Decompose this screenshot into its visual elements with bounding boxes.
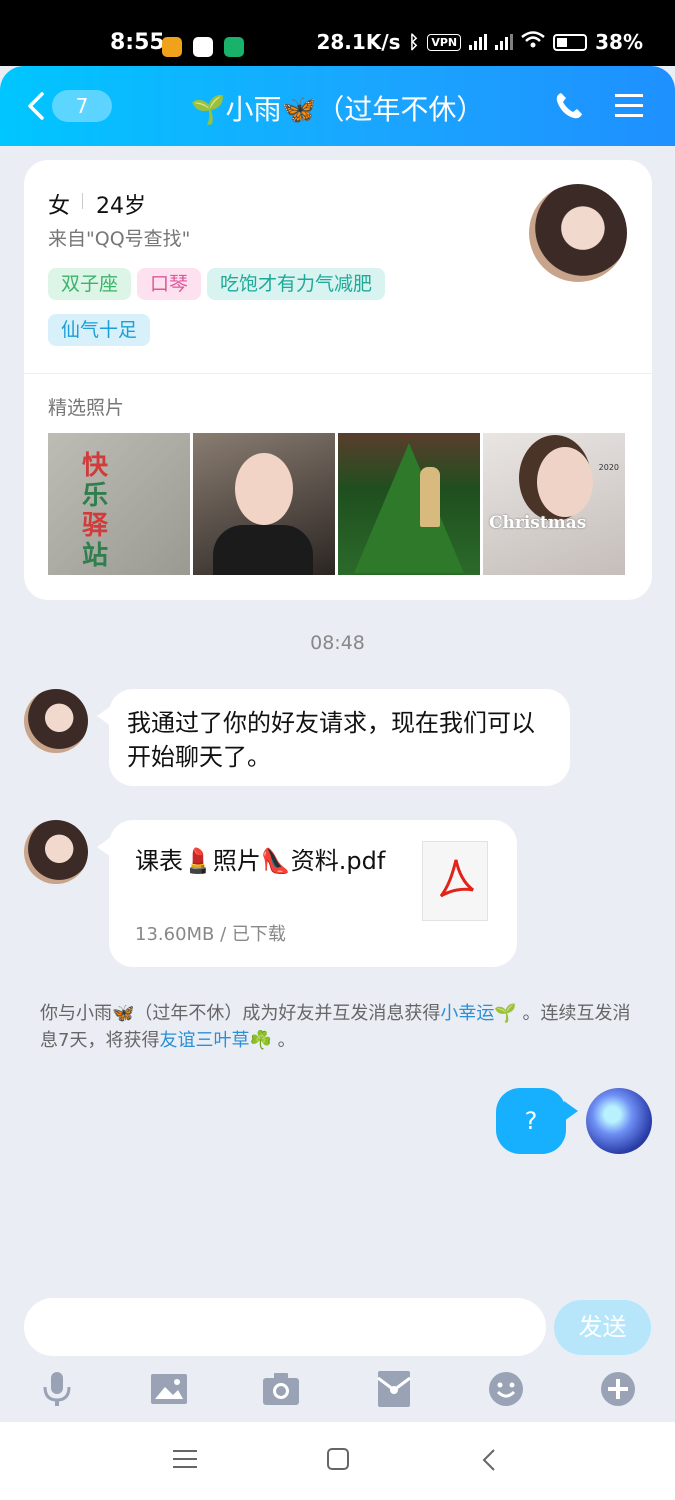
message-text: 我通过了你的好友请求，现在我们可以开始聊天了。: [127, 709, 535, 771]
camera-icon[interactable]: [262, 1370, 300, 1408]
tag-style[interactable]: 仙气十足: [48, 314, 151, 346]
battery-icon: [553, 33, 588, 51]
vpn-badge: VPN: [427, 33, 462, 51]
photo-4-year: 2020: [598, 463, 619, 472]
signal-icon-2: [495, 34, 514, 50]
divider: [24, 373, 652, 374]
menu-icon[interactable]: [613, 92, 645, 124]
my-avatar[interactable]: [586, 1088, 652, 1154]
pdf-icon: [422, 841, 488, 921]
photo-1[interactable]: 快 乐 驿 站: [48, 433, 190, 575]
my-message-bubble[interactable]: ?: [496, 1088, 566, 1154]
bluetooth-icon: ᛒ: [408, 31, 420, 53]
file-meta: 13.60MB / 已下载: [135, 924, 286, 945]
wifi-icon: [521, 30, 545, 54]
red-packet-icon[interactable]: [375, 1370, 413, 1408]
tag-motto[interactable]: 吃饱才有力气减肥: [207, 268, 386, 300]
phone-icon[interactable]: [553, 90, 585, 126]
message-timestamp: 08:48: [310, 632, 365, 654]
photo-3[interactable]: [338, 433, 480, 575]
clover-link[interactable]: 友谊三叶草: [159, 1030, 249, 1051]
profile-tags: 双子座 口琴 吃饱才有力气减肥 仙气十足: [48, 268, 488, 360]
contact-avatar[interactable]: [24, 689, 88, 753]
contact-avatar[interactable]: [24, 820, 88, 884]
shield-icon: [224, 37, 244, 57]
file-message[interactable]: 课表💄照片👠资料.pdf 13.60MB / 已下载: [109, 820, 517, 967]
message-bubble[interactable]: 我通过了你的好友请求，现在我们可以开始聊天了。: [109, 689, 570, 786]
signal-icon: [469, 34, 488, 50]
tag-zodiac[interactable]: 双子座: [48, 268, 132, 300]
profile-age: 24岁: [96, 194, 146, 219]
app-icon: [193, 37, 213, 57]
bubble-tail: [564, 1101, 578, 1121]
weibo-icon: [162, 37, 182, 57]
microphone-icon[interactable]: [38, 1370, 76, 1408]
photo-gallery: 快 乐 驿 站 2020 Christmas: [48, 433, 625, 575]
photo-1-text: 快 乐 驿 站: [82, 451, 109, 571]
status-time: 8:55: [110, 30, 165, 55]
chat-header: 7 🌱小雨🦋（过年不休）: [0, 66, 675, 146]
profile-source: 来自"QQ号查找": [48, 228, 191, 250]
recent-apps-icon[interactable]: [173, 1448, 197, 1474]
battery-level: 38%: [595, 30, 643, 54]
network-speed: 28.1K/s: [316, 30, 401, 54]
profile-card[interactable]: 女 24岁 来自"QQ号查找" 双子座 口琴 吃饱才有力气减肥 仙气十足 精选照片 …: [24, 160, 652, 600]
image-icon[interactable]: [150, 1370, 188, 1408]
tag-hobby[interactable]: 口琴: [137, 268, 202, 300]
back-nav-icon[interactable]: [482, 1448, 496, 1476]
message-input[interactable]: [24, 1298, 546, 1356]
status-bar: 8:55 28.1K/s ᛒ VPN 38%: [0, 0, 675, 66]
photos-label: 精选照片: [48, 397, 125, 419]
photo-2[interactable]: [193, 433, 335, 575]
send-button[interactable]: 发送: [554, 1300, 651, 1355]
profile-avatar[interactable]: [529, 184, 627, 282]
photo-4[interactable]: 2020 Christmas: [483, 433, 625, 575]
system-message: 你与小雨🦋（过年不休）成为好友并互发消息获得小幸运🌱 。连续互发消息7天，将获得…: [40, 1003, 631, 1051]
photo-4-caption: Christmas: [489, 513, 587, 533]
file-name: 课表💄照片👠资料.pdf: [135, 847, 386, 875]
profile-gender: 女: [48, 194, 71, 219]
home-icon[interactable]: [327, 1448, 349, 1474]
plus-icon[interactable]: [599, 1370, 637, 1408]
input-toolbar: [0, 1366, 675, 1416]
emoji-icon[interactable]: [487, 1370, 525, 1408]
divider: [82, 193, 83, 209]
status-right: 28.1K/s ᛒ VPN 38%: [316, 30, 643, 54]
system-nav-bar: [0, 1422, 675, 1500]
lucky-link[interactable]: 小幸运: [440, 1003, 494, 1024]
